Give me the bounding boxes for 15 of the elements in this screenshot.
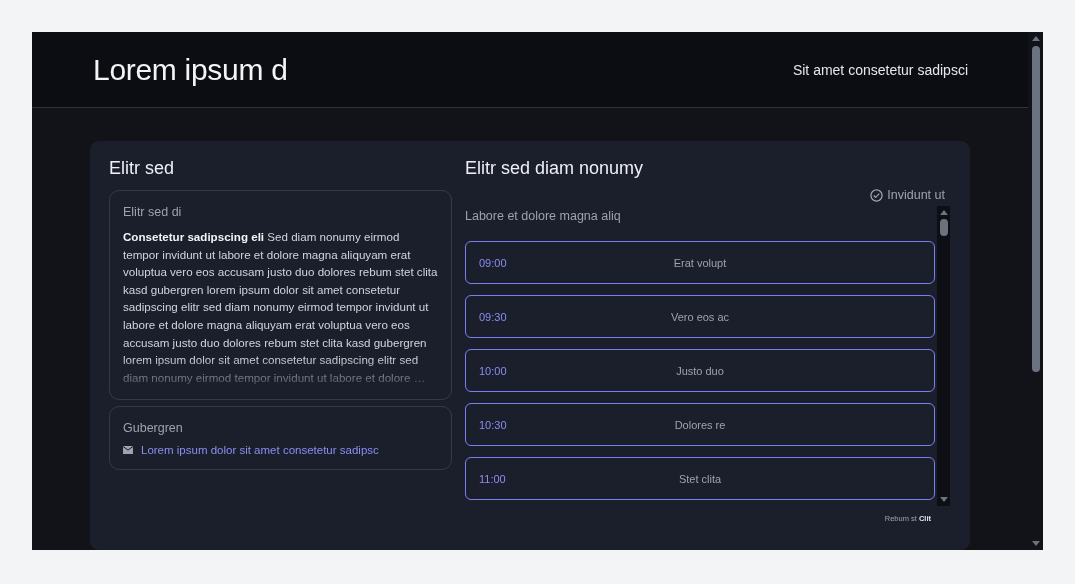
site-title: Lorem ipsum d [93,52,288,87]
email-link[interactable]: Lorem ipsum dolor sit amet consetetur sadipsc [141,444,379,457]
time-slot[interactable]: 10:30 Dolores re [465,403,935,446]
status-label: Invidunt ut [887,188,945,202]
schedule-subtitle: Labore et dolore magna aliq [465,209,622,223]
time-slot[interactable]: 10:00 Justo duo [465,349,935,392]
description-text: Consetetur sadipscing eli Sed diam nonumy eirmod tempor invidunt ut labore et dolore magna aliquyam erat voluptua vero eos accusam justo duo dolores rebum stet clita kasd gubergren lorem ipsum dolor sit amet consetetur sadipscing elitr sed diam nonumy eirmod tempor invidunt ut labore et dolore magna aliquyam erat voluptua vero eos accusam justo duo dolores rebum stet clita kasd gubergren lorem ipsum dolor sit amet consetetur sadipscing elitr sed diam nonumy eirmod tempor invidunt ut labore et dolore … [123,229,438,386]
panel-label: Gubergren [123,421,183,436]
time-slot[interactable]: 11:00 Stet clita [465,457,935,500]
time-slot[interactable]: 09:00 Erat volupt [465,241,935,284]
tagline: Sit amet consetetur sadipsci [792,61,968,78]
section-heading: Elitr sed [109,158,176,179]
section-heading: Elitr sed diam nonumy [465,158,645,179]
panel-label: Elitr sed di [123,205,182,219]
time-slot[interactable]: 09:30 Vero eos ac [465,295,935,338]
